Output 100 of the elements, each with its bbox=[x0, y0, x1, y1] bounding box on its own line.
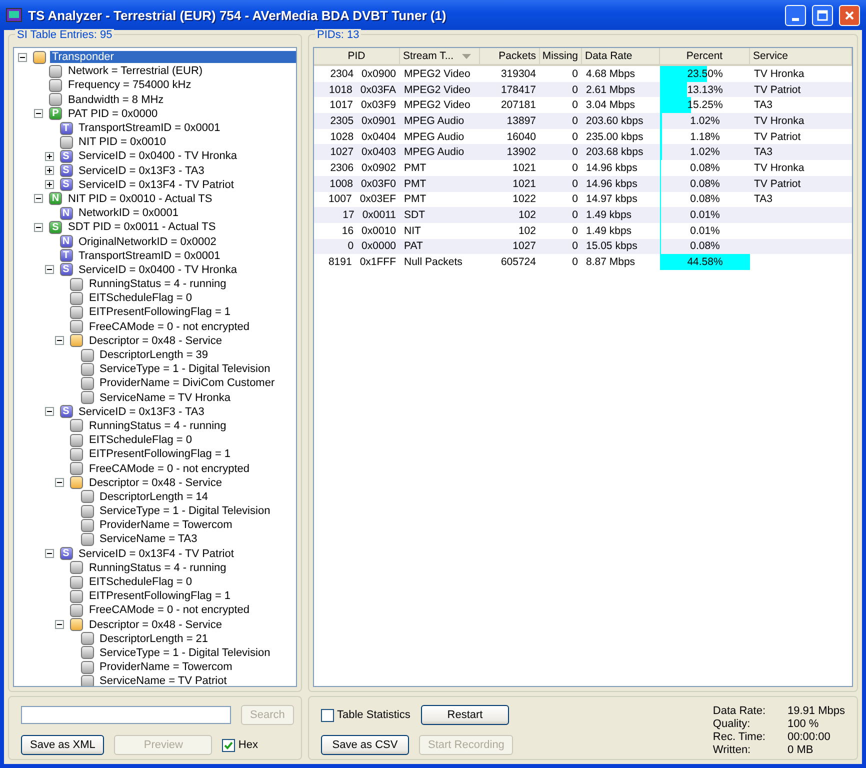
letter-icon: S bbox=[60, 164, 72, 178]
maximize-button[interactable] bbox=[812, 4, 833, 26]
table-cell-text: 0x03FA bbox=[359, 82, 397, 98]
tree-item[interactable]: NIT PID = 0x0010 bbox=[76, 136, 168, 148]
column-header[interactable]: PID bbox=[314, 48, 400, 64]
stat-value: 00:00:00 bbox=[788, 731, 832, 743]
table-cell-text: 0x1FFF bbox=[358, 255, 397, 270]
tree-item[interactable]: Bandwidth = 8 MHz bbox=[66, 94, 166, 106]
close-button[interactable] bbox=[839, 4, 860, 26]
table-cell-text: 0 bbox=[571, 255, 579, 270]
tree-item[interactable]: OriginalNetworkID = 0x0002 bbox=[76, 236, 218, 248]
tree-item[interactable]: Transponder bbox=[50, 51, 296, 64]
expand-icon[interactable] bbox=[44, 152, 54, 161]
tree-item[interactable]: ServiceID = 0x13F3 - TA3 bbox=[76, 406, 206, 418]
tree-item[interactable]: EITPresentFollowingFlag = 1 bbox=[87, 448, 233, 460]
tree-item[interactable]: SDT PID = 0x0011 - Actual TS bbox=[66, 221, 218, 234]
table-cell-text: 102 bbox=[517, 224, 537, 239]
collapse-icon[interactable] bbox=[55, 478, 64, 488]
table-cell-text: MPEG2 Video bbox=[403, 98, 472, 114]
table-cell-text: MPEG Audio bbox=[403, 130, 466, 144]
tree-item[interactable]: TransportStreamID = 0x0001 bbox=[76, 250, 222, 262]
table-cell-text: MPEG2 Video bbox=[403, 66, 472, 82]
collapse-icon[interactable] bbox=[55, 620, 64, 630]
tree-item[interactable]: Descriptor = 0x48 - Service bbox=[87, 334, 224, 347]
expand-icon[interactable] bbox=[44, 180, 54, 190]
tree-item[interactable]: ServiceID = 0x13F4 - TV Patriot bbox=[76, 548, 236, 560]
tree-item[interactable]: DescriptorLength = 14 bbox=[98, 490, 210, 503]
checkbox[interactable] bbox=[321, 708, 334, 722]
node-icon bbox=[80, 674, 94, 686]
collapse-icon[interactable] bbox=[44, 549, 54, 558]
tree-item[interactable]: ProviderName = Towercom bbox=[98, 519, 234, 532]
tree-item[interactable]: ServiceType = 1 - Digital Television bbox=[98, 505, 272, 518]
tree-item[interactable]: RunningStatus = 4 - running bbox=[87, 278, 228, 290]
tree-item[interactable]: ProviderName = Towercom bbox=[98, 661, 234, 674]
tree-item[interactable]: Network = Terrestrial (EUR) bbox=[66, 65, 205, 78]
tree-item[interactable]: ServiceID = 0x13F3 - TA3 bbox=[76, 164, 206, 177]
tree-item[interactable]: Descriptor = 0x48 - Service bbox=[87, 618, 224, 631]
tree-item[interactable]: NetworkID = 0x0001 bbox=[76, 207, 180, 220]
tree-item[interactable]: EITPresentFollowingFlag = 1 bbox=[87, 306, 233, 318]
checkbox[interactable] bbox=[222, 738, 236, 752]
collapse-icon[interactable] bbox=[55, 336, 64, 346]
tree-item[interactable]: Descriptor = 0x48 - Service bbox=[87, 476, 224, 489]
node-icon bbox=[80, 660, 94, 674]
tree-item[interactable]: PAT PID = 0x0000 bbox=[66, 108, 160, 120]
collapse-icon[interactable] bbox=[34, 222, 43, 232]
table-cell-text: 207181 bbox=[500, 98, 537, 114]
node-icon bbox=[80, 646, 94, 660]
tree-item[interactable]: DescriptorLength = 39 bbox=[98, 349, 210, 362]
table-cell-text: TV Hronka bbox=[753, 66, 806, 82]
table-cell-text: PAT bbox=[403, 239, 424, 254]
tree-item[interactable]: ServiceName = TV Hronka bbox=[98, 392, 232, 404]
tree-item[interactable]: Frequency = 754000 kHz bbox=[66, 79, 194, 92]
close-icon bbox=[844, 10, 855, 20]
save-csv-button[interactable]: Save as CSV bbox=[321, 735, 409, 755]
collapse-icon[interactable] bbox=[34, 194, 43, 204]
tree-item[interactable]: RunningStatus = 4 - running bbox=[87, 562, 228, 574]
tree-item[interactable]: FreeCAMode = 0 - not encrypted bbox=[87, 462, 252, 475]
tree-item[interactable]: EITScheduleFlag = 0 bbox=[87, 576, 194, 588]
save-xml-button[interactable]: Save as XML bbox=[21, 735, 104, 755]
tree-item[interactable]: ProviderName = DiviCom Customer bbox=[98, 377, 277, 390]
tree-item[interactable]: ServiceName = TA3 bbox=[98, 533, 200, 546]
minimize-button[interactable] bbox=[785, 4, 806, 26]
tree-item[interactable]: ServiceID = 0x0400 - TV Hronka bbox=[76, 150, 239, 162]
tree-item[interactable]: DescriptorLength = 21 bbox=[98, 632, 210, 645]
collapse-icon[interactable] bbox=[34, 109, 43, 118]
column-header[interactable]: Stream T... bbox=[400, 48, 480, 64]
tree-item[interactable]: FreeCAMode = 0 - not encrypted bbox=[87, 320, 252, 333]
collapse-icon[interactable] bbox=[44, 265, 54, 274]
tree-item[interactable]: ServiceType = 1 - Digital Television bbox=[98, 363, 272, 376]
column-header[interactable]: Service bbox=[750, 48, 852, 64]
tree-item[interactable]: NIT PID = 0x0010 - Actual TS bbox=[66, 192, 214, 205]
tree-item[interactable]: ServiceID = 0x13F4 - TV Patriot bbox=[76, 178, 236, 191]
tree-item[interactable]: ServiceID = 0x0400 - TV Hronka bbox=[76, 264, 239, 276]
node-icon bbox=[60, 136, 72, 149]
table-cell-text: 0.08% bbox=[689, 176, 721, 192]
column-header[interactable]: Missing bbox=[540, 48, 582, 64]
tree-item[interactable]: FreeCAMode = 0 - not encrypted bbox=[87, 604, 252, 616]
table-cell-text: 1.02% bbox=[689, 145, 721, 160]
table-cell-text: 235.00 kbps bbox=[585, 130, 644, 144]
tree-item[interactable]: ServiceName = TV Patriot bbox=[98, 675, 229, 686]
tree-item[interactable]: EITScheduleFlag = 0 bbox=[87, 434, 194, 446]
collapse-icon[interactable] bbox=[18, 52, 27, 62]
table-cell-text: 44.58% bbox=[686, 255, 724, 270]
minimize-icon bbox=[792, 18, 799, 20]
column-header[interactable]: Data Rate bbox=[582, 48, 660, 64]
expand-icon[interactable] bbox=[44, 166, 54, 176]
tree-item[interactable]: EITPresentFollowingFlag = 1 bbox=[87, 590, 233, 602]
checkbox-label: Hex bbox=[238, 739, 258, 751]
tree-item[interactable]: ServiceType = 1 - Digital Television bbox=[98, 646, 272, 659]
column-header[interactable]: Percent bbox=[660, 48, 750, 64]
tree-item[interactable]: EITScheduleFlag = 0 bbox=[87, 292, 194, 304]
column-header[interactable]: Packets bbox=[480, 48, 540, 64]
search-field[interactable] bbox=[21, 706, 231, 724]
tree-item[interactable]: RunningStatus = 4 - running bbox=[87, 420, 228, 432]
table-cell-text: 0 bbox=[571, 98, 579, 114]
tree-item[interactable]: TransportStreamID = 0x0001 bbox=[76, 122, 222, 134]
table-cell-text: 13897 bbox=[506, 114, 537, 129]
restart-button[interactable]: Restart bbox=[421, 705, 509, 725]
table-cell-text: TV Hronka bbox=[753, 114, 806, 129]
collapse-icon[interactable] bbox=[44, 407, 54, 416]
